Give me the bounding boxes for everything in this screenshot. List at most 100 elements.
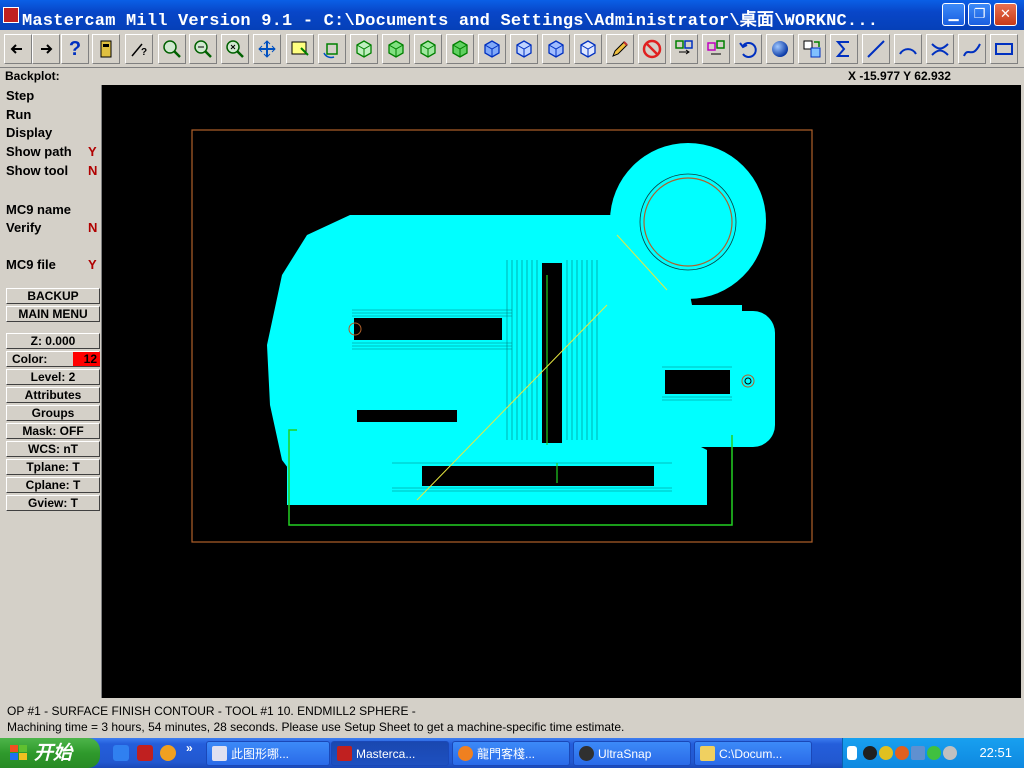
forward-arrow-button[interactable] [32, 34, 60, 64]
transform-button[interactable] [670, 34, 698, 64]
view-cube-5-button[interactable] [478, 34, 506, 64]
menu-run[interactable]: Run [6, 107, 31, 122]
menu-mc9-name[interactable]: MC9 name [6, 202, 71, 217]
task-item-ultrasnap[interactable]: UltraSnap [573, 741, 691, 766]
pan-button[interactable] [253, 34, 281, 64]
mc9-file-value: Y [88, 257, 97, 272]
line-icon [867, 40, 885, 58]
cube-blue-icon [580, 40, 596, 58]
zoom-fit-button[interactable] [221, 34, 249, 64]
menu-display[interactable]: Display [6, 125, 52, 140]
back-arrow-button[interactable] [4, 34, 32, 64]
color-swatch: 12 [73, 352, 100, 366]
backup-button[interactable]: BACKUP [6, 288, 100, 304]
left-arrow-icon [10, 44, 22, 54]
cplane-button[interactable]: Cplane: T [6, 477, 100, 493]
toolpath-drawing [191, 129, 813, 543]
messenger-tray-icon[interactable] [879, 746, 893, 760]
minimize-button[interactable]: ▁ [942, 3, 965, 26]
gview-button[interactable]: Gview: T [6, 495, 100, 511]
file-info-button[interactable] [92, 34, 120, 64]
tray-expand-icon[interactable] [847, 746, 857, 760]
line-button[interactable] [862, 34, 890, 64]
view-cube-7-button[interactable] [542, 34, 570, 64]
help-button[interactable]: ? [61, 34, 89, 64]
windows-taskbar: 开始 » 此图形哪... Masterca... 龍門客棧... UltraSn… [0, 738, 1024, 768]
attributes-button[interactable]: Attributes [6, 387, 100, 403]
menu-show-path[interactable]: Show path [6, 144, 72, 159]
level-button[interactable]: Level: 2 [6, 369, 100, 385]
arc-button[interactable] [894, 34, 922, 64]
menu-show-tool[interactable]: Show tool [6, 163, 68, 178]
cube-blue-icon [548, 40, 564, 58]
view-cube-3-button[interactable] [414, 34, 442, 64]
zoom-fit-icon [226, 40, 244, 58]
mastercam-quicklaunch-icon[interactable] [137, 745, 153, 761]
show-tool-value: N [88, 163, 98, 178]
view-cube-4-button[interactable] [446, 34, 474, 64]
qq-quicklaunch-icon[interactable] [160, 745, 176, 761]
zoom-window-button[interactable] [158, 34, 186, 64]
color-button[interactable]: Color: 12 [6, 351, 100, 367]
ie-quicklaunch-icon[interactable] [113, 745, 129, 761]
task-item[interactable]: 此图形哪... [206, 741, 330, 766]
maximize-button[interactable]: ❐ [968, 3, 991, 26]
task-item-explorer[interactable]: C:\Docum... [694, 741, 812, 766]
graphics-viewport[interactable] [102, 85, 1021, 698]
groups-button[interactable]: Groups [6, 405, 100, 421]
delete-button[interactable] [638, 34, 666, 64]
layers-button[interactable] [798, 34, 826, 64]
chat-tray-icon[interactable] [895, 746, 909, 760]
show-path-value: Y [88, 144, 97, 159]
wcs-button[interactable]: WCS: nT [6, 441, 100, 457]
trim-icon [931, 43, 949, 56]
color-label: Color: [12, 352, 48, 366]
rotate-view-button[interactable] [318, 34, 346, 64]
zoom-out-button[interactable] [189, 34, 217, 64]
start-label: 开始 [34, 742, 73, 764]
main-toolbar: ? ? [0, 30, 1024, 68]
clock[interactable]: 22:51 [979, 745, 1012, 760]
query-button[interactable]: ? [125, 34, 153, 64]
close-button[interactable]: ✕ [994, 3, 1017, 26]
pencil-button[interactable] [606, 34, 634, 64]
layers-icon [803, 40, 821, 58]
machining-time-message: Machining time = 3 hours, 54 minutes, 28… [7, 720, 625, 734]
backplot-menu: Step Run Display Show path Y Show tool N… [3, 85, 102, 698]
cube-green-icon [420, 40, 436, 58]
trim-button[interactable] [926, 34, 954, 64]
task-item[interactable]: 龍門客棧... [452, 741, 570, 766]
rectangle-button[interactable] [990, 34, 1018, 64]
view-cube-8-button[interactable] [574, 34, 602, 64]
menu-mc9-file[interactable]: MC9 file [6, 257, 56, 272]
view-cube-1-button[interactable] [350, 34, 378, 64]
menu-step[interactable]: Step [6, 88, 34, 103]
menu-verify[interactable]: Verify [6, 220, 41, 235]
quicklaunch-expand-icon[interactable]: » [186, 741, 193, 755]
verify-value: N [88, 220, 98, 235]
shading-button[interactable] [766, 34, 794, 64]
qq-tray-icon[interactable] [863, 746, 877, 760]
group-button[interactable] [702, 34, 730, 64]
screen-select-button[interactable] [286, 34, 314, 64]
tplane-button[interactable]: Tplane: T [6, 459, 100, 475]
mastercam-app-icon[interactable] [3, 7, 19, 23]
mastercam-icon [337, 746, 352, 761]
zoom-in-icon [163, 40, 181, 58]
task-item-mastercam[interactable]: Masterca... [331, 741, 449, 766]
view-cube-2-button[interactable] [382, 34, 410, 64]
view-cube-6-button[interactable] [510, 34, 538, 64]
antivirus-tray-icon[interactable] [927, 746, 941, 760]
rectangle-icon [995, 43, 1013, 55]
z-depth-button[interactable]: Z: 0.000 [6, 333, 100, 349]
zoom-out-icon [194, 40, 212, 58]
network-tray-icon[interactable] [911, 746, 925, 760]
analyze-sum-button[interactable] [830, 34, 858, 64]
start-button[interactable]: 开始 [0, 738, 100, 768]
cube-blue-icon [484, 40, 500, 58]
mask-button[interactable]: Mask: OFF [6, 423, 100, 439]
volume-tray-icon[interactable] [943, 746, 957, 760]
undo-button[interactable] [734, 34, 762, 64]
main-menu-button[interactable]: MAIN MENU [6, 306, 100, 322]
spline-button[interactable] [958, 34, 986, 64]
